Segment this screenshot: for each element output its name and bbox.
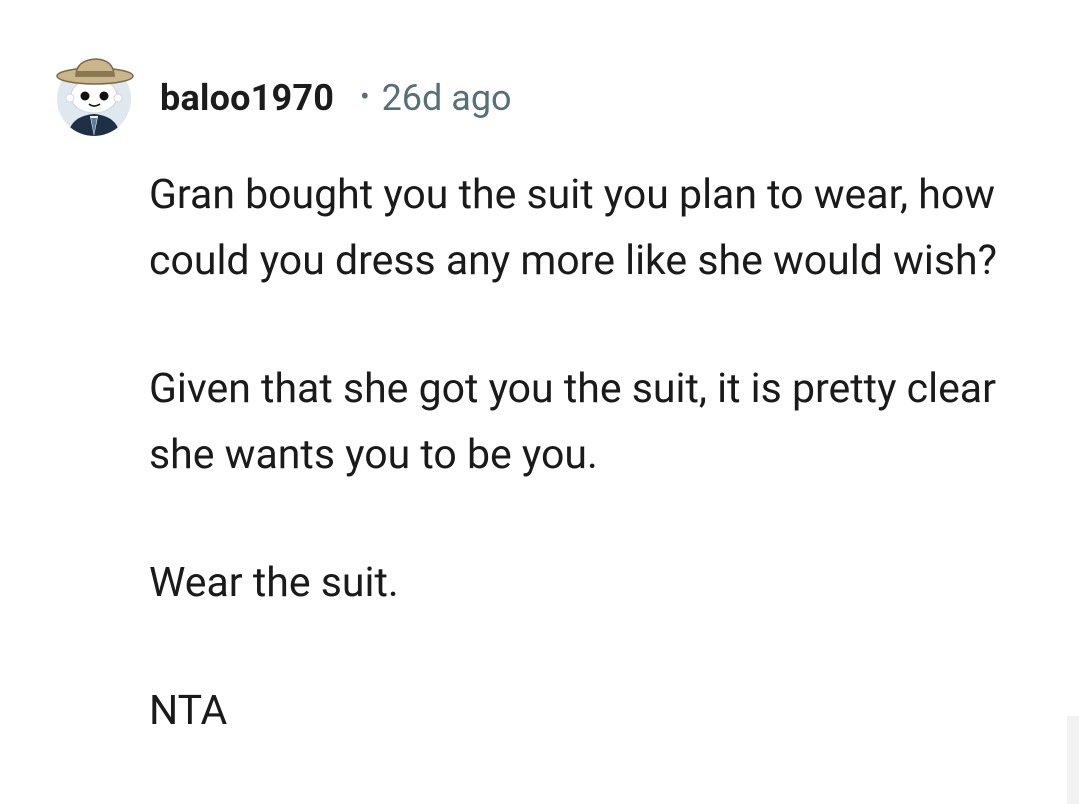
username-link[interactable]: baloo1970 bbox=[160, 77, 334, 119]
comment-body: Gran bought you the suit you plan to wea… bbox=[149, 162, 1049, 744]
snoo-avatar-icon bbox=[56, 58, 134, 136]
comment-paragraph: NTA bbox=[149, 687, 228, 735]
separator-dot: • bbox=[360, 79, 370, 113]
comment-paragraph: Given that she got you the suit, it is p… bbox=[149, 365, 997, 479]
comment-paragraph: Wear the suit. bbox=[149, 559, 399, 607]
comment-meta: baloo1970 • 26d ago bbox=[160, 74, 512, 122]
comment: baloo1970 • 26d ago Gran bought you the … bbox=[0, 0, 1079, 804]
scrollbar[interactable] bbox=[1067, 716, 1079, 804]
comment-paragraph: Gran bought you the suit you plan to wea… bbox=[149, 171, 997, 285]
user-avatar[interactable] bbox=[54, 54, 134, 136]
timestamp[interactable]: 26d ago bbox=[382, 77, 512, 119]
